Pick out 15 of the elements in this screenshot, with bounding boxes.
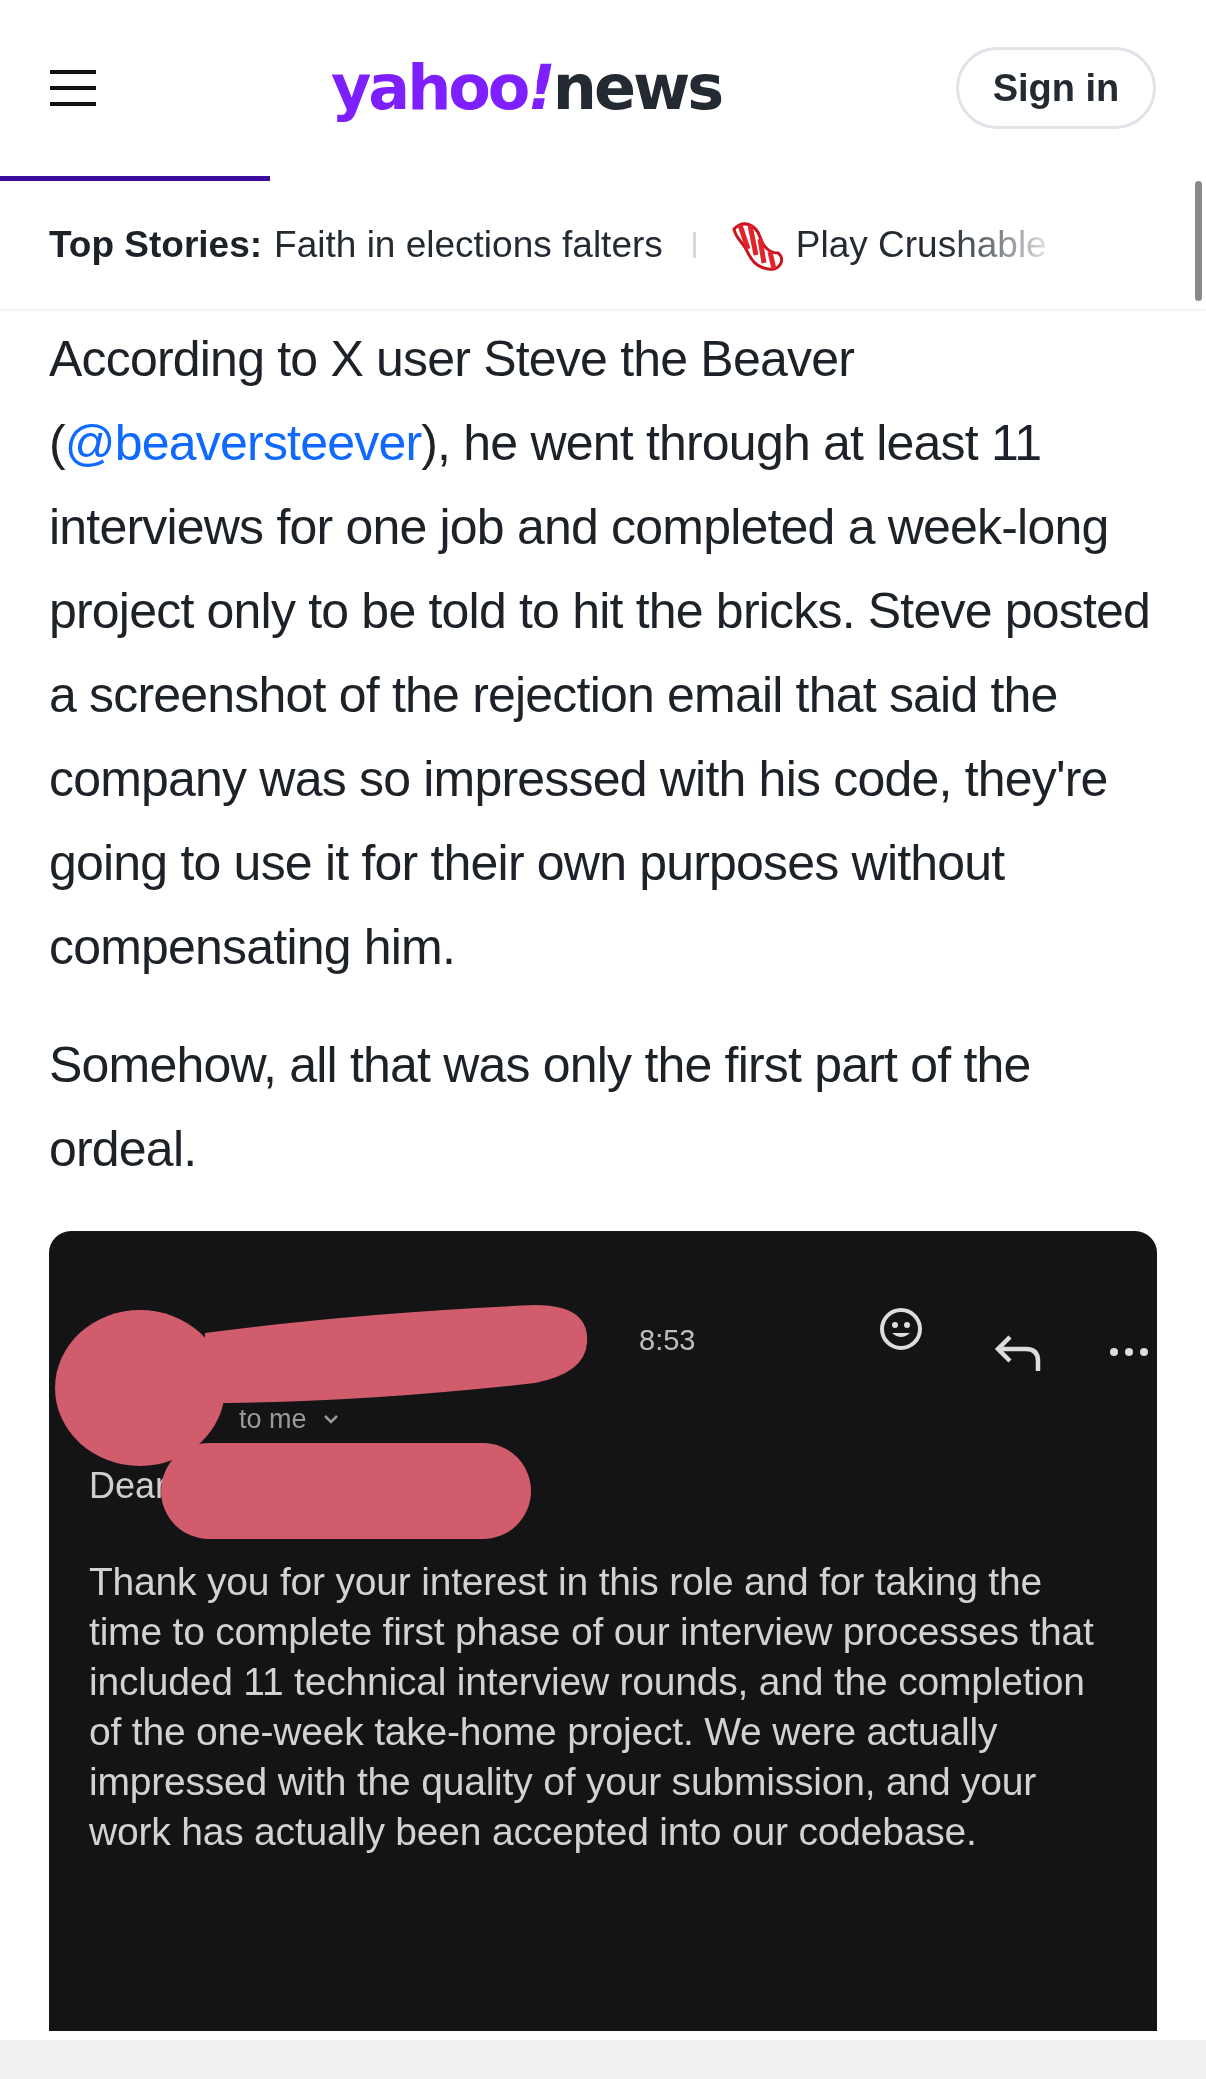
user-handle-link[interactable]: @beaversteever: [64, 415, 422, 471]
chevron-down-icon: [322, 1414, 339, 1425]
email-body: Thank you for your interest in this role and for taking the time to complete first phase of our interview processes that included 11 technical interview rounds, and the completion of the one-week take-home project. We were actually impressed with the quality of your submission, and your work has actually been accepted into our codebase.: [89, 1559, 1095, 1855]
sign-in-button[interactable]: Sign in: [956, 47, 1156, 129]
top-stories-label: Top Stories:: [49, 223, 263, 268]
menu-icon[interactable]: [50, 68, 96, 108]
recipient-label: to me: [239, 1403, 307, 1436]
article-paragraph: Somehow, all that was only the first part of the ordeal.: [49, 1036, 1032, 1179]
article-paragraph: According to X user Steve the Beaver (@beaversteever), he went through at least 11 interviews for one job and completed a week-long project only to be told to hit the bricks. Steve posted a screenshot of the rejection email that said the company was so impressed with his code, they're going to use it for their own purposes without compensating him.: [49, 330, 1152, 977]
reply-icon[interactable]: [994, 1333, 1042, 1373]
greeting: Dear: [89, 1464, 168, 1508]
story-link[interactable]: Faith in elections falters: [274, 217, 663, 273]
smiley-icon[interactable]: [879, 1307, 923, 1351]
more-icon[interactable]: [1109, 1347, 1149, 1357]
email-time: 8:53: [639, 1323, 696, 1358]
